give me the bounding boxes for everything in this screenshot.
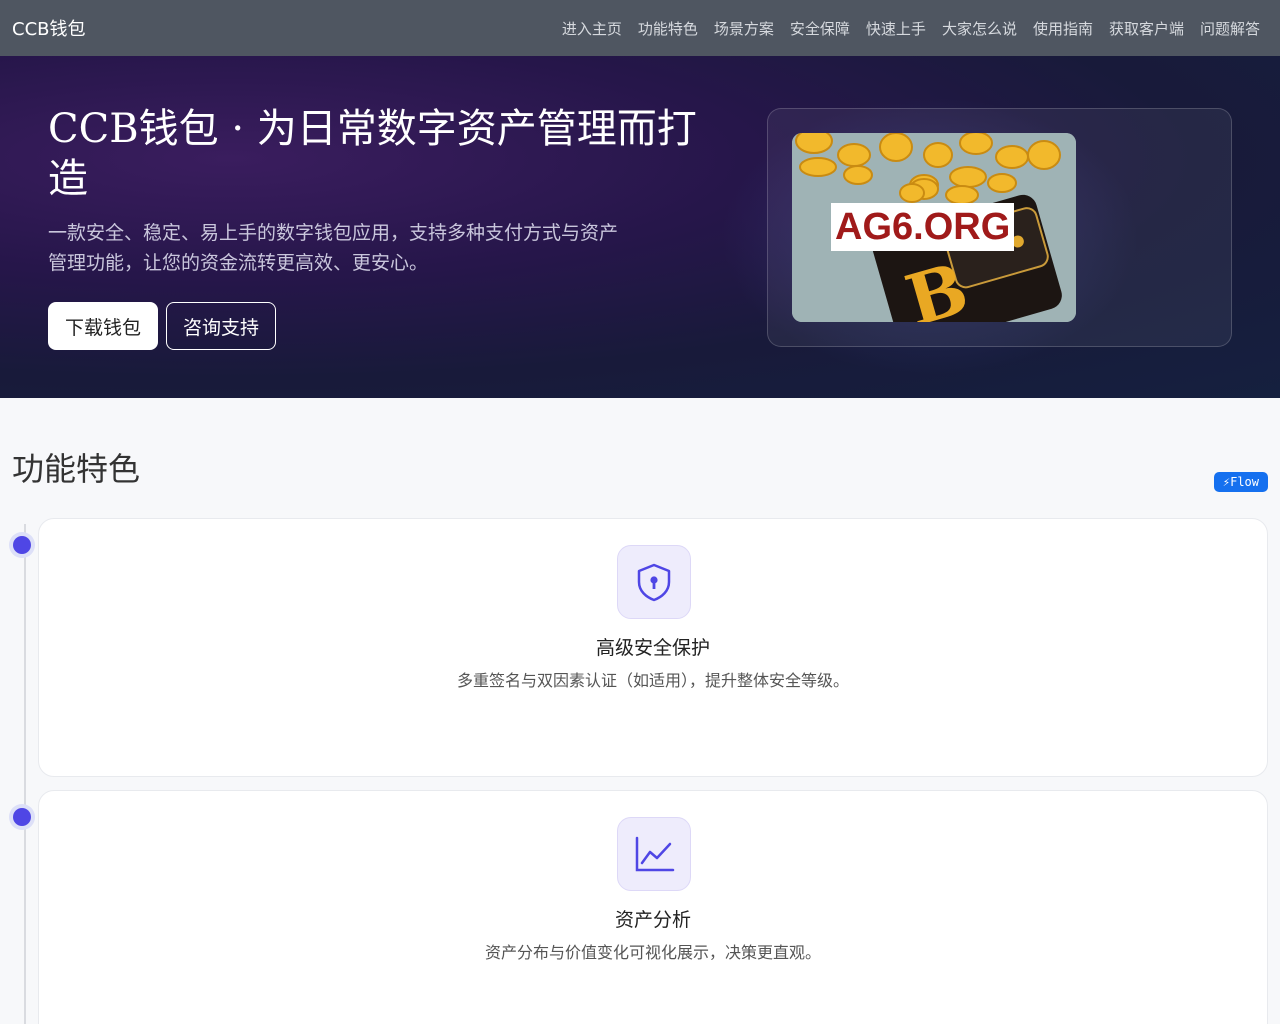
hero-actions: 下载钱包 咨询支持 [48,302,698,350]
hero-image-card: B AG6.ORG [767,108,1232,347]
feature-title: 资产分析 [614,909,691,931]
line-chart-icon [617,817,691,891]
flow-badge[interactable]: ⚡Flow [1213,472,1268,492]
nav-link-scenarios[interactable]: 场景方案 [706,18,782,39]
nav-link-testimonials[interactable]: 大家怎么说 [934,18,1025,39]
nav-link-download[interactable]: 获取客户端 [1101,18,1192,39]
top-nav: CCB钱包 进入主页 功能特色 场景方案 安全保障 快速上手 大家怎么说 使用指… [0,0,1280,56]
feature-card-analytics: 资产分析 资产分布与价值变化可视化展示，决策更直观。 [38,790,1268,1024]
hero-title: CCB钱包 · 为日常数字资产管理而打造 [48,106,697,202]
feature-description: 多重签名与双因素认证（如适用），提升整体安全等级。 [456,671,849,690]
contact-support-button[interactable]: 咨询支持 [166,302,277,350]
feature-description: 资产分布与价值变化可视化展示，决策更直观。 [484,943,821,962]
features-title: 功能特色 [12,450,141,488]
nav-link-quickstart[interactable]: 快速上手 [858,18,934,39]
hero-text: CCB钱包 · 为日常数字资产管理而打造 一款安全、稳定、易上手的数字钱包应用，… [48,104,698,350]
nav-link-faq[interactable]: 问题解答 [1192,18,1268,39]
shield-lock-icon [617,545,691,619]
nav-link-features[interactable]: 功能特色 [630,18,706,39]
bitcoin-wallet-image: B AG6.ORG [792,133,1076,322]
feature-title: 高级安全保护 [595,637,710,659]
nav-links: 进入主页 功能特色 场景方案 安全保障 快速上手 大家怎么说 使用指南 获取客户… [554,18,1268,39]
image-watermark-text: AG6.ORG [831,203,1015,251]
line-chart-icon-svg [635,836,675,872]
shield-lock-icon-svg [637,563,671,602]
nav-link-home[interactable]: 进入主页 [554,18,630,39]
download-wallet-button[interactable]: 下载钱包 [48,302,159,350]
timeline-dot [9,532,35,558]
hero-subtitle: 一款安全、稳定、易上手的数字钱包应用，支持多种支付方式与资产管理功能，让您的资金… [48,222,619,274]
timeline-line [24,524,26,1024]
brand-logo[interactable]: CCB钱包 [12,15,86,41]
hero-section: CCB钱包 · 为日常数字资产管理而打造 一款安全、稳定、易上手的数字钱包应用，… [0,56,1280,398]
nav-link-security[interactable]: 安全保障 [782,18,858,39]
nav-link-guide[interactable]: 使用指南 [1025,18,1101,39]
feature-card-security: 高级安全保护 多重签名与双因素认证（如适用），提升整体安全等级。 [38,518,1268,777]
timeline-dot [9,804,35,830]
features-section: 功能特色 ⚡Flow 高级安全保护 多重签名与双因素认证（如适用），提升整体安全… [0,398,1280,1024]
